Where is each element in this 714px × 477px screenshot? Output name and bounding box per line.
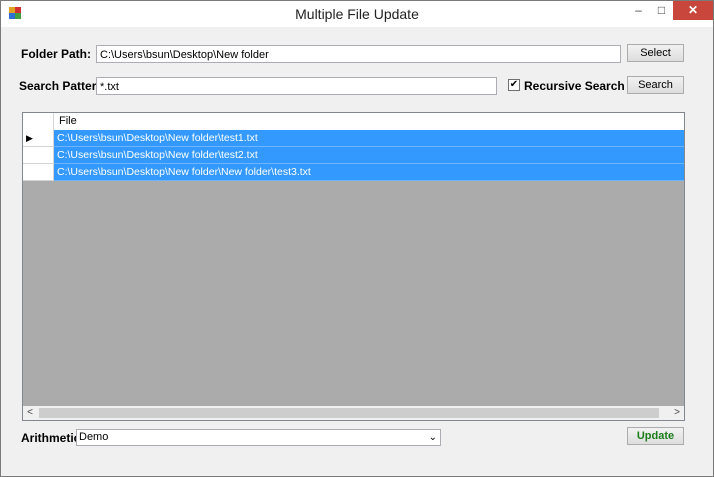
search-button[interactable]: Search <box>627 76 684 94</box>
select-button[interactable]: Select <box>627 44 684 62</box>
folder-path-label: Folder Path: <box>21 47 92 61</box>
file-grid[interactable]: File ▶ C:\Users\bsun\Desktop\New folder\… <box>22 112 685 421</box>
table-row[interactable]: C:\Users\bsun\Desktop\New folder\test2.t… <box>23 147 684 164</box>
table-row[interactable]: C:\Users\bsun\Desktop\New folder\New fol… <box>23 164 684 181</box>
file-cell[interactable]: C:\Users\bsun\Desktop\New folder\test2.t… <box>54 147 684 164</box>
chevron-down-icon[interactable]: ⌄ <box>429 430 437 445</box>
arithmetic-select[interactable]: Demo ⌄ <box>76 429 441 446</box>
minimize-button[interactable]: – <box>626 1 651 20</box>
window-title: Multiple File Update <box>295 6 419 22</box>
table-row[interactable]: ▶ C:\Users\bsun\Desktop\New folder\test1… <box>23 130 684 147</box>
row-header[interactable] <box>23 164 54 181</box>
grid-corner[interactable] <box>23 113 54 130</box>
grid-header: File <box>23 113 684 131</box>
title-bar[interactable]: Multiple File Update – □ ✕ <box>1 1 713 27</box>
file-column-header[interactable]: File <box>59 115 77 127</box>
row-header[interactable] <box>23 147 54 164</box>
maximize-button[interactable]: □ <box>649 1 674 20</box>
file-cell[interactable]: C:\Users\bsun\Desktop\New folder\test1.t… <box>54 130 684 147</box>
search-pattern-label: Search Pattern: <box>19 79 108 93</box>
scroll-thumb[interactable] <box>39 408 659 418</box>
file-cell[interactable]: C:\Users\bsun\Desktop\New folder\New fol… <box>54 164 684 181</box>
scroll-left-icon[interactable]: < <box>23 406 37 420</box>
row-header[interactable]: ▶ <box>23 130 54 147</box>
update-button[interactable]: Update <box>627 427 684 445</box>
recursive-search-label[interactable]: Recursive Search <box>524 79 625 93</box>
recursive-search-checkbox[interactable]: ✔ <box>508 79 520 91</box>
horizontal-scrollbar[interactable]: < > <box>23 406 684 420</box>
folder-path-input[interactable]: C:\Users\bsun\Desktop\New folder <box>96 45 621 63</box>
arithmetic-label: Arithmetic: <box>21 431 85 445</box>
arithmetic-selected-value: Demo <box>79 431 109 443</box>
search-pattern-input[interactable]: *.txt <box>96 77 497 95</box>
scroll-right-icon[interactable]: > <box>670 406 684 420</box>
close-button[interactable]: ✕ <box>673 1 713 20</box>
